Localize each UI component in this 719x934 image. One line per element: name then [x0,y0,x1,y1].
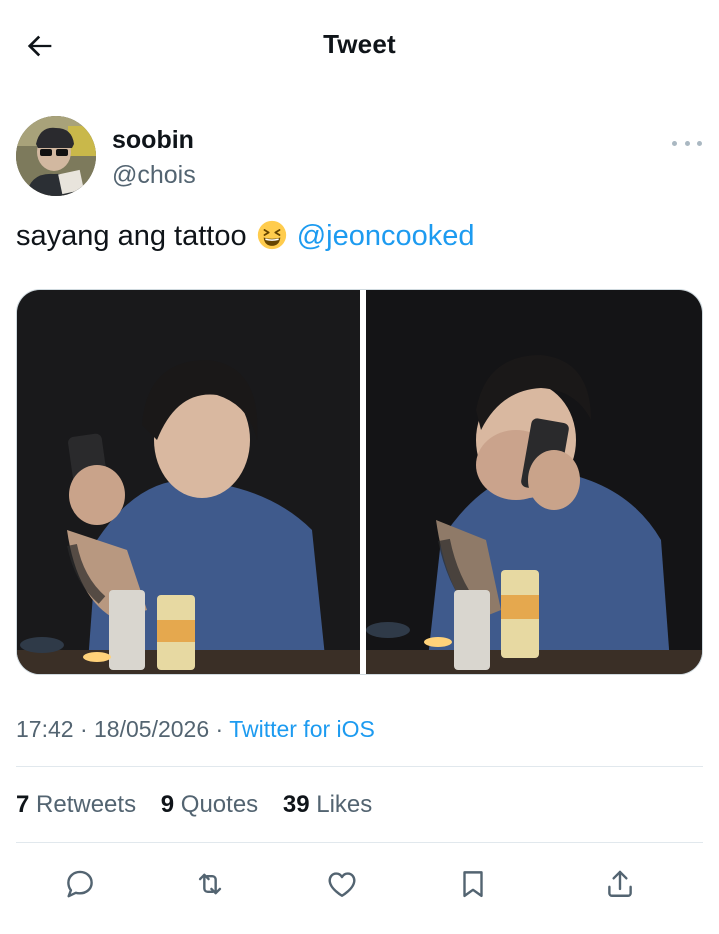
photo-image [366,290,702,674]
more-dot [697,140,702,146]
tweet-photo-2[interactable] [366,290,702,674]
top-bar: Tweet [0,0,719,90]
tweet-meta: 17:42 · 18/05/2026 · Twitter for iOS [16,716,375,743]
like-button[interactable] [316,858,368,910]
tweet-body: sayang ang tattoo [16,220,255,252]
meta-separator: · [215,716,224,742]
tweet-author: soobin @chois [16,116,706,196]
author-handle[interactable]: @chois [112,161,196,190]
retweet-icon [198,873,222,895]
likes-count: 39 [282,791,310,818]
tweet-actions [0,858,719,910]
user-avatar[interactable] [16,116,96,196]
avatar-image [16,116,96,196]
tweet-stats: 7 Retweets 9 Quotes 39 Likes [16,791,390,819]
divider [16,842,703,843]
bookmark-button[interactable] [447,858,499,910]
share-button[interactable] [594,858,646,910]
mention-link[interactable]: @jeoncooked [297,220,475,252]
photo-image [17,290,360,674]
page-title: Tweet [323,29,396,59]
like-icon [328,872,356,897]
author-name[interactable]: soobin [112,126,194,155]
reply-button[interactable] [54,858,106,910]
likes-label: Likes [316,791,373,818]
tweet-photo-1[interactable] [17,290,360,674]
tweet-media [16,289,703,675]
tweet-text: sayang ang tattoo @jeoncooked [16,220,474,253]
more-options-button[interactable] [672,136,702,150]
grinning-squinting-face-emoji [257,220,286,250]
retweets-count: 7 [16,791,30,818]
tweet-date: 18/05/2026 [94,716,210,742]
likes-stat[interactable]: 39 Likes [283,791,372,819]
share-icon [608,870,632,897]
tweet-source-link[interactable]: Twitter for iOS [229,716,375,742]
quotes-stat[interactable]: 9 Quotes [161,791,258,819]
reply-icon [67,870,93,898]
divider [16,766,703,767]
retweet-button[interactable] [184,858,236,910]
quotes-label: Quotes [180,791,259,818]
bookmark-icon [463,871,483,898]
meta-separator: · [79,716,88,742]
tweet-time: 17:42 [16,716,74,742]
quotes-count: 9 [160,791,175,818]
retweets-stat[interactable]: 7 Retweets [16,791,136,819]
retweets-label: Retweets [36,791,137,818]
more-horizontal-icon [672,140,677,146]
more-dot [684,140,690,146]
